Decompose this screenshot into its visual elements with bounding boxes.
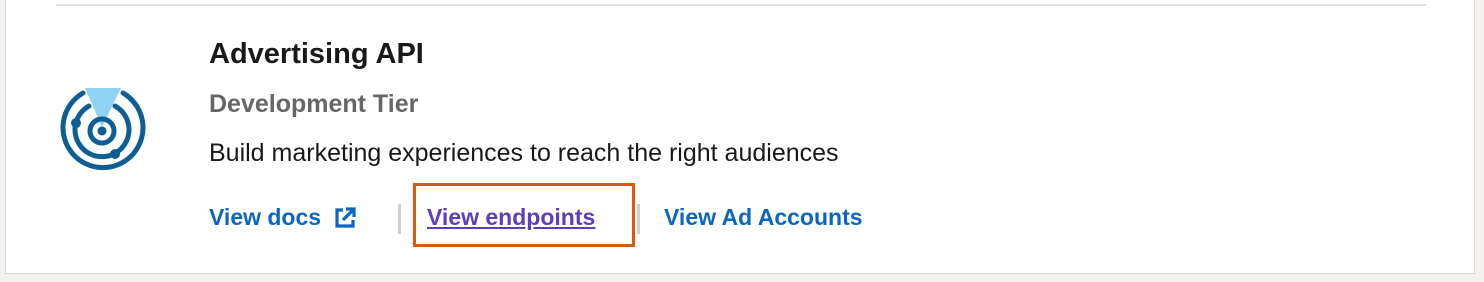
view-ad-accounts-link[interactable]: View Ad Accounts: [664, 204, 863, 231]
view-endpoints-link[interactable]: View endpoints: [427, 204, 595, 231]
top-divider: [56, 4, 1426, 6]
view-docs-link[interactable]: View docs: [209, 204, 357, 231]
view-docs-label: View docs: [209, 204, 322, 230]
product-title: Advertising API: [209, 38, 424, 70]
link-separator: [637, 204, 640, 234]
product-description: Build marketing experiences to reach the…: [209, 139, 839, 167]
radar-target-icon: [60, 88, 146, 171]
external-link-icon: [335, 206, 356, 228]
product-tier: Development Tier: [209, 90, 419, 118]
link-separator: [398, 204, 401, 234]
